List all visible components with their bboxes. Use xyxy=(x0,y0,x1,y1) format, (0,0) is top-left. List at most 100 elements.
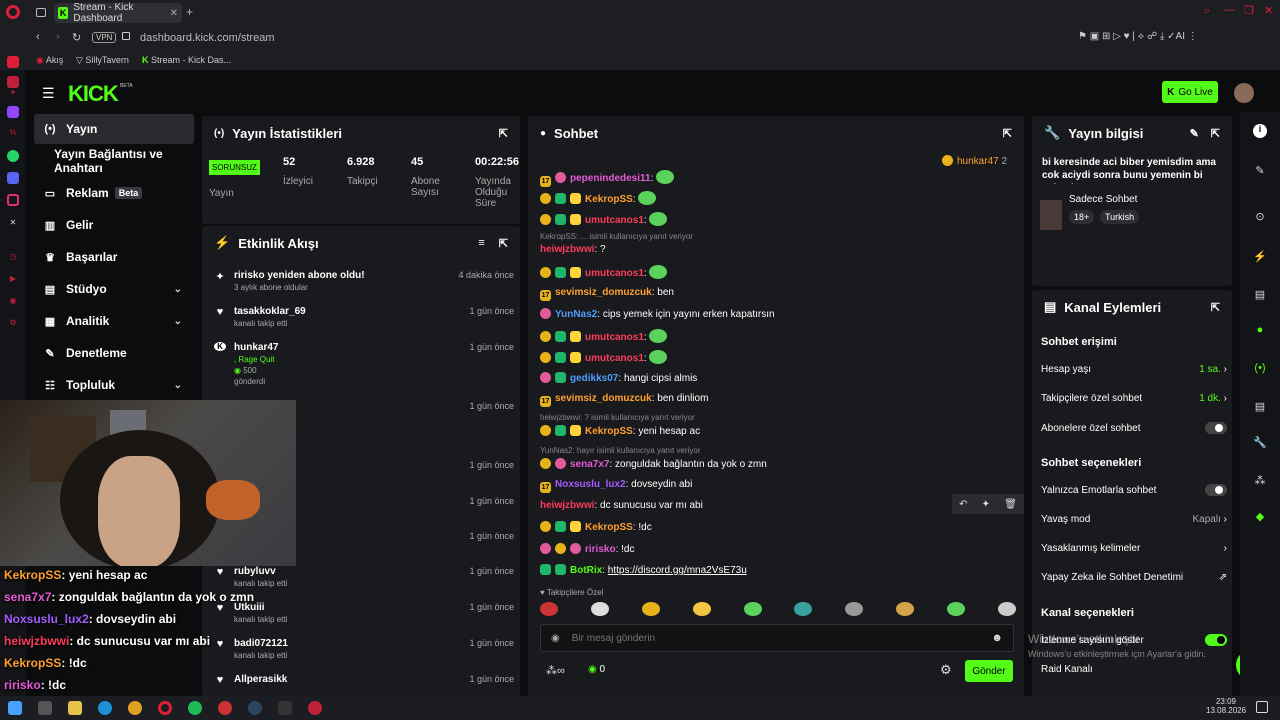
clock[interactable]: 23:09 13.08.2026 xyxy=(1206,697,1246,715)
url-text[interactable]: dashboard.kick.com/stream xyxy=(140,32,275,44)
chat-icon[interactable]: ● xyxy=(1253,324,1267,338)
chat-username[interactable]: ririsko xyxy=(585,544,616,555)
edit-icon[interactable]: ✎ xyxy=(1190,127,1199,140)
vpn-badge[interactable]: VPN xyxy=(92,32,117,43)
chat-message[interactable]: KekropSS: xyxy=(540,191,1020,205)
chat-username[interactable]: BotRix xyxy=(570,565,602,576)
popout-icon[interactable]: ⇱ xyxy=(499,237,508,250)
opera-logo-icon[interactable] xyxy=(6,5,20,19)
reload-icon[interactable]: ↻ xyxy=(72,31,81,44)
emote-icon[interactable] xyxy=(997,602,1016,616)
emote-only-toggle[interactable] xyxy=(1205,484,1227,496)
emote-icon[interactable] xyxy=(794,602,813,616)
chat-username[interactable]: KekropSS xyxy=(585,426,633,437)
send-button[interactable]: Gönder xyxy=(965,660,1013,682)
chat-message[interactable]: umutcanos1: xyxy=(540,212,1020,226)
chat-username[interactable]: KekropSS xyxy=(585,522,633,533)
opera-home-icon[interactable] xyxy=(7,56,19,68)
popout-icon[interactable]: ⇱ xyxy=(499,127,508,140)
chat-message[interactable]: umutcanos1: xyxy=(540,350,1020,364)
chat-message[interactable]: BotRix: https://discord.gg/mna2VsE73u xyxy=(540,564,1020,576)
banned-words-row[interactable]: Yasaklanmış kelimeler › xyxy=(1041,543,1227,554)
media-icon[interactable] xyxy=(308,701,322,715)
chat-username[interactable]: umutcanos1 xyxy=(585,215,644,226)
chat-message[interactable]: umutcanos1: xyxy=(540,265,1020,279)
chat-username[interactable]: heiwjzbwwi xyxy=(540,500,594,511)
notification-icon[interactable] xyxy=(1256,701,1268,713)
windows-start-icon[interactable] xyxy=(8,701,22,715)
chat-username[interactable]: KekropSS xyxy=(585,194,633,205)
popout-icon[interactable]: ⇱ xyxy=(1211,127,1220,140)
chat-message[interactable]: sena7x7: zonguldak bağlantın da yok o zm… xyxy=(540,458,1020,470)
emote-icon[interactable] xyxy=(692,602,711,616)
back-icon[interactable]: ‹ xyxy=(36,31,40,43)
infinity-icon[interactable]: ⁂∞ xyxy=(546,664,565,677)
search-taskbar-icon[interactable] xyxy=(38,701,52,715)
filter-icon[interactable]: ≡ xyxy=(478,237,484,249)
epic-icon[interactable] xyxy=(278,701,292,715)
nav-denetleme[interactable]: ✎ Denetleme xyxy=(34,338,194,368)
nav-topluluk[interactable]: ☷ Topluluk ⌄ xyxy=(34,370,194,400)
chat-message[interactable]: gedikks07: hangi cipsi almis xyxy=(540,372,1020,384)
show-viewers-toggle[interactable] xyxy=(1205,634,1227,646)
emote-icon[interactable] xyxy=(845,602,864,616)
chat-username[interactable]: gedikks07 xyxy=(570,373,618,384)
chat-message[interactable]: 17 pepenindedesi11: xyxy=(540,170,1020,187)
opera-icon[interactable] xyxy=(158,701,172,715)
chat-message[interactable]: 17 Noxsuslu_lux2: dovseydin abi xyxy=(540,479,1020,493)
discord-icon[interactable] xyxy=(7,172,19,184)
chat-username[interactable]: YunNas2 xyxy=(555,309,597,320)
edit-icon[interactable]: ✎ xyxy=(1253,164,1267,178)
category-name[interactable]: Sadece Sohbet xyxy=(1069,194,1137,205)
wallet-icon[interactable]: ◉ xyxy=(7,294,19,306)
forward-icon[interactable]: › xyxy=(56,31,60,43)
files-icon[interactable] xyxy=(68,701,82,715)
clipboard-icon[interactable]: ▤ xyxy=(1253,288,1267,302)
search-icon[interactable]: ⌕ xyxy=(1204,5,1210,18)
spotify-icon[interactable] xyxy=(188,701,202,715)
player-icon[interactable]: ▶ xyxy=(7,272,19,284)
twitch-icon[interactable] xyxy=(7,106,19,118)
chat-message[interactable]: umutcanos1: xyxy=(540,329,1020,343)
chat-message[interactable]: KekropSS: !dc xyxy=(540,521,1020,533)
new-tab-icon[interactable]: + xyxy=(186,5,193,19)
hamburger-menu-icon[interactable]: ☰ xyxy=(42,85,55,102)
nav-reklam[interactable]: ▭ Reklam Beta xyxy=(34,178,194,208)
chat-message[interactable]: YunNas2: cips yemek için yayını erken ka… xyxy=(540,308,1020,320)
ai-moderation-row[interactable]: Yapay Zeka ile Sohbet Denetimi ⇗ xyxy=(1041,572,1227,583)
pinned-gifter[interactable]: hunkar47 2 xyxy=(942,155,1007,167)
broadcast-icon[interactable]: (•) xyxy=(1253,362,1267,376)
emote-icon[interactable] xyxy=(896,602,915,616)
emote-icon[interactable] xyxy=(947,602,965,616)
go-live-button[interactable]: K Go Live xyxy=(1162,81,1218,103)
popout-icon[interactable]: ⇱ xyxy=(1003,127,1012,140)
chat-username[interactable]: sena7x7 xyxy=(570,459,609,470)
nav-yayin[interactable]: (•) Yayın xyxy=(34,114,194,144)
kicks-balance[interactable]: ◉ 0 xyxy=(588,664,605,675)
chat-message[interactable]: 17 sevimsiz_domuzcuk: ben xyxy=(540,287,1020,301)
opera-flow-icon[interactable]: % xyxy=(7,126,19,138)
nav-basarilar[interactable]: ♛ Başarılar xyxy=(34,242,194,272)
history-icon[interactable]: ◷ xyxy=(7,250,19,262)
whatsapp-icon[interactable] xyxy=(7,150,19,162)
extensions-icon[interactable]: ⚑ ▣ ⊞ ▷ ♥ | ⟡ ☍ ⤓ ✓AI ⋮ xyxy=(1078,31,1198,42)
chat-username[interactable]: heiwjzbwwi xyxy=(540,244,594,255)
bookmark-sillytavern[interactable]: ▽ SillyTavern xyxy=(76,55,129,66)
emote-icon[interactable] xyxy=(641,602,660,616)
raid-icon[interactable]: ⁂ xyxy=(1253,474,1267,488)
chat-link[interactable]: https://discord.gg/mna2VsE73u xyxy=(608,565,747,576)
workspaces-icon[interactable] xyxy=(36,8,46,17)
account-age-row[interactable]: Hesap yaşı 1 sa. › xyxy=(1041,364,1227,375)
user-avatar[interactable] xyxy=(1234,83,1254,103)
chat-username[interactable]: Noxsuslu_lux2 xyxy=(555,479,626,490)
settings-icon[interactable]: ⚙ xyxy=(7,316,19,328)
chat-input-box[interactable]: ◉ ☻ xyxy=(540,624,1014,652)
chat-message[interactable]: heiwjzbwwi: dc sunucusu var mı abi xyxy=(540,500,1020,511)
chat-message[interactable]: heiwjzbwwi: ? xyxy=(540,244,1020,255)
close-window-icon[interactable]: ✕ xyxy=(1264,4,1273,17)
steam-icon[interactable] xyxy=(248,701,262,715)
pin-icon[interactable]: ✦ xyxy=(982,499,990,510)
target-icon[interactable]: ⊙ xyxy=(1253,210,1267,224)
opera-ai-icon[interactable]: ✦ xyxy=(7,86,19,98)
edge-icon[interactable] xyxy=(98,701,112,715)
